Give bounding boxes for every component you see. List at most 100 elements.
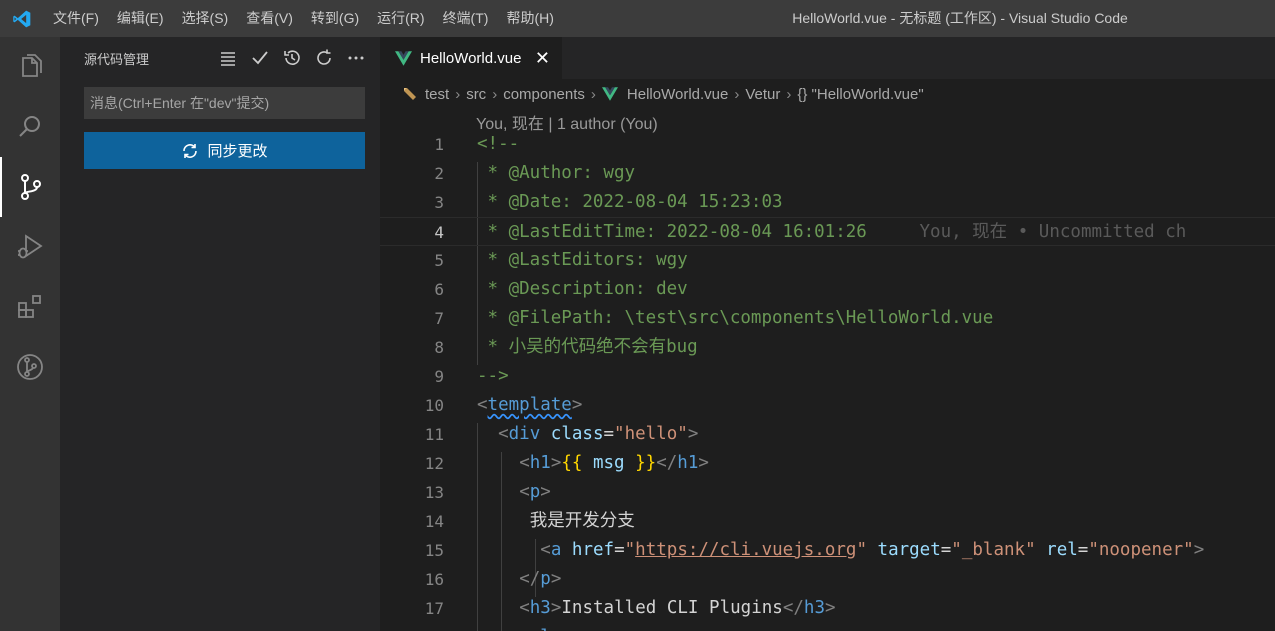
line-text: <h1>{{ msg }}</h1> [519,453,709,473]
source-control-icon[interactable] [0,157,60,217]
code-line[interactable]: 4 * @LastEditTime: 2022-08-04 16:01:26 Y… [380,217,1275,246]
editor-area: HelloWorld.vue ✕ test › src › components… [380,37,1275,631]
search-icon[interactable] [0,97,60,157]
commit-message-input[interactable] [84,87,365,119]
breadcrumb: test › src › components › HelloWorld.vue… [380,79,1275,109]
line-text: <div class="hello"> [498,424,699,444]
code-line[interactable]: 2 * @Author: wgy [380,159,1275,188]
git-graph-icon[interactable] [0,337,60,397]
line-number: 7 [434,309,444,328]
vscode-logo-icon [0,0,44,37]
line-number: 1 [434,135,444,154]
chevron-right-icon: › [734,85,740,103]
code-line[interactable]: 16 </p> [380,565,1275,594]
line-number: 15 [424,541,444,560]
line-text: * @Description: dev [477,279,688,299]
line-text: <h3>Installed CLI Plugins</h3> [519,598,836,618]
menu-help[interactable]: 帮助(H) [497,0,562,37]
close-icon[interactable]: ✕ [535,48,550,68]
line-number: 14 [424,512,444,531]
code-line[interactable]: 5 * @LastEditors: wgy [380,246,1275,275]
line-text: * @LastEditTime: 2022-08-04 16:01:26 You… [477,222,1187,242]
title-bar: 文件(F) 编辑(E) 选择(S) 查看(V) 转到(G) 运行(R) 终端(T… [0,0,1275,37]
code-line[interactable]: 11 <div class="hello"> [380,420,1275,449]
line-number: 6 [434,280,444,299]
menu-edit[interactable]: 编辑(E) [108,0,173,37]
breadcrumb-item-vetur[interactable]: Vetur [745,86,780,103]
code-line[interactable]: 7 * @FilePath: \test\src\components\Hell… [380,304,1275,333]
chevron-right-icon: › [455,85,461,103]
menu-go[interactable]: 转到(G) [302,0,368,37]
code-line[interactable]: 13 <p> [380,478,1275,507]
menu-file[interactable]: 文件(F) [44,0,108,37]
code-line[interactable]: 10 <template> [380,391,1275,420]
breadcrumb-item-components[interactable]: components [503,86,585,103]
sync-changes-button[interactable]: 同步更改 [84,132,365,169]
codelens-authors[interactable]: You, 现在 | 1 author (You) [476,110,658,134]
code-line[interactable]: 1 <!-- [380,133,1275,159]
menu-view[interactable]: 查看(V) [237,0,302,37]
breadcrumb-item-file[interactable]: HelloWorld.vue [627,86,728,103]
line-text: * 小吴的代码绝不会有bug [477,337,698,357]
menu-run[interactable]: 运行(R) [368,0,433,37]
line-text: * @Date: 2022-08-04 15:23:03 [477,192,783,212]
code-line[interactable]: 8 * 小吴的代码绝不会有bug [380,333,1275,362]
tab-label: HelloWorld.vue [420,49,522,67]
code-line[interactable]: 6 * @Description: dev [380,275,1275,304]
line-number: 17 [424,599,444,618]
panel-title: 源代码管理 [84,51,150,67]
line-text: <template> [477,395,583,415]
line-text: * @Author: wgy [477,163,636,183]
refresh-icon[interactable] [314,48,334,68]
breadcrumb-item-symbol[interactable]: {} "HelloWorld.vue" [797,86,923,103]
view-as-list-icon[interactable] [218,48,238,68]
menu-terminal[interactable]: 终端(T) [434,0,498,37]
sync-icon [183,143,198,158]
line-number: 2 [434,164,444,183]
chevron-right-icon: › [786,85,792,103]
vue-file-icon [395,50,412,66]
code-line[interactable]: 3 * @Date: 2022-08-04 15:23:03 [380,188,1275,217]
code-line[interactable]: 15 <a href="https://cli.vuejs.org" targe… [380,536,1275,565]
code-editor[interactable]: 1 <!-- 2 * @Author: wgy 3 * @Date: 2022-08-… [380,133,1275,631]
line-number: 18 [380,623,444,631]
source-control-panel: 源代码管理 同步更改 [60,37,380,631]
line-number: 3 [434,193,444,212]
explorer-icon[interactable] [0,37,60,97]
line-number: 10 [424,396,444,415]
more-actions-icon[interactable] [346,48,366,68]
breadcrumb-item-src[interactable]: src [466,86,486,103]
panel-actions [218,37,366,79]
line-number: 16 [424,570,444,589]
extensions-icon[interactable] [0,277,60,337]
code-line[interactable]: 17 <h3>Installed CLI Plugins</h3> [380,594,1275,623]
line-number: 8 [434,338,444,357]
breadcrumb-item-test[interactable]: test [425,86,449,103]
code-line[interactable]: 18 <ul> [380,623,1275,631]
menu-selection[interactable]: 选择(S) [173,0,238,37]
line-text: * @FilePath: \test\src\components\HelloW… [477,308,994,328]
line-text: </p> [519,569,562,589]
line-text: * @LastEditors: wgy [477,250,688,270]
vue-file-icon [601,87,618,101]
line-number: 4 [434,223,444,242]
line-number: 12 [424,454,444,473]
code-line[interactable]: 9 --> [380,362,1275,391]
history-icon[interactable] [282,48,302,68]
window-title: HelloWorld.vue - 无标题 (工作区) - Visual Stud… [792,10,1128,26]
code-line[interactable]: 12 <h1>{{ msg }}</h1> [380,449,1275,478]
line-text: <ul> [477,623,561,631]
line-number: 9 [434,367,444,386]
tab-helloworld-vue[interactable]: HelloWorld.vue ✕ [380,37,562,79]
menu-bar: 文件(F) 编辑(E) 选择(S) 查看(V) 转到(G) 运行(R) 终端(T… [44,0,563,37]
chevron-right-icon: › [590,85,596,103]
code-line[interactable]: 14 我是开发分支 [380,507,1275,536]
line-text: <a href="https://cli.vuejs.org" target="… [540,540,1205,560]
run-debug-icon[interactable] [0,217,60,277]
line-number: 13 [424,483,444,502]
line-number: 5 [434,251,444,270]
tab-bar: HelloWorld.vue ✕ [380,37,1275,79]
line-text: <p> [519,482,551,502]
chevron-right-icon: › [492,85,498,103]
commit-check-icon[interactable] [250,48,270,68]
